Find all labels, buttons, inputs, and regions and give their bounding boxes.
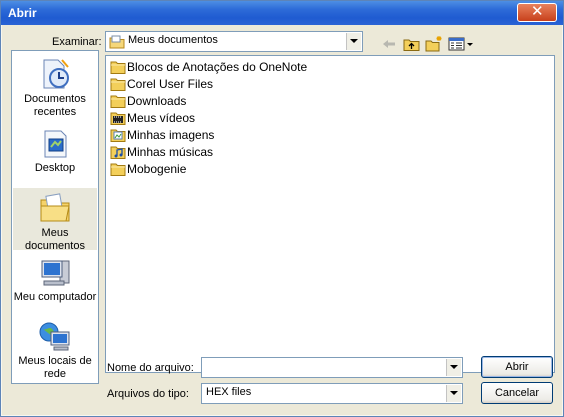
filetype-dropdown[interactable]: HEX files (201, 383, 463, 404)
places-bar: Documentos recentes Desktop Meus documen… (11, 50, 99, 384)
file-name: Blocos de Anotações do OneNote (127, 60, 308, 74)
file-name: Minhas imagens (127, 128, 215, 142)
file-name: Minhas músicas (127, 145, 214, 159)
filetype-label: Arquivos do tipo: (107, 388, 189, 400)
my-documents-small-icon (109, 35, 125, 49)
folder-icon (110, 163, 126, 176)
place-recent-documents[interactable]: Documentos recentes (13, 57, 97, 118)
desktop-icon (44, 130, 67, 158)
back-arrow-icon[interactable] (380, 35, 398, 53)
open-dialog: Abrir ✕ Examinar: Meus documentos Docume… (0, 0, 564, 417)
folder-icon (110, 61, 126, 74)
folder-icon (110, 78, 126, 91)
filetype-value: HEX files (206, 386, 252, 398)
title-bar[interactable]: Abrir ✕ (1, 1, 563, 25)
filetype-dropdown-arrow[interactable] (446, 385, 461, 402)
place-my-documents[interactable]: Meus documentos (13, 187, 97, 252)
close-icon: ✕ (531, 2, 544, 20)
cancel-button[interactable]: Cancelar (481, 382, 553, 404)
place-label: Desktop (34, 162, 76, 174)
video-folder-icon (110, 112, 126, 125)
lookin-dropdown-arrow[interactable] (346, 33, 361, 50)
filename-dropdown-arrow[interactable] (446, 359, 461, 376)
my-documents-icon (40, 193, 70, 222)
place-label: Documentos recentes (24, 93, 86, 118)
place-network[interactable]: Meus locais de rede (13, 319, 97, 380)
lookin-dropdown[interactable]: Meus documentos (105, 31, 363, 52)
view-menu-icon[interactable] (448, 35, 474, 53)
new-folder-icon[interactable] (425, 35, 443, 53)
file-name: Mobogenie (127, 162, 187, 176)
lookin-label: Examinar: (52, 36, 102, 48)
filename-input[interactable] (201, 357, 463, 378)
my-computer-icon (41, 260, 70, 286)
open-button[interactable]: Abrir (481, 356, 553, 378)
file-name: Corel User Files (127, 77, 214, 91)
music-folder-icon (110, 146, 126, 159)
file-name: Meus vídeos (127, 111, 196, 125)
pictures-folder-icon (110, 129, 126, 142)
up-folder-icon[interactable] (403, 35, 421, 53)
window-title: Abrir (8, 6, 37, 20)
place-label: Meus locais de rede (18, 355, 92, 380)
dialog-body: Examinar: Meus documentos Documentos rec… (2, 25, 562, 415)
place-desktop[interactable]: Desktop (13, 128, 97, 176)
place-my-computer[interactable]: Meu computador (13, 257, 97, 305)
recent-documents-icon (43, 59, 69, 89)
filename-label: Nome do arquivo: (107, 362, 194, 374)
lookin-value: Meus documentos (128, 34, 218, 46)
close-button[interactable]: ✕ (517, 2, 557, 22)
place-label: Meus documentos (25, 227, 85, 252)
place-label: Meu computador (13, 291, 97, 303)
network-places-icon (39, 322, 70, 351)
folder-icon (110, 95, 126, 108)
file-list: Blocos de Anotações do OneNote Corel Use… (105, 55, 555, 373)
file-name: Downloads (127, 94, 187, 108)
